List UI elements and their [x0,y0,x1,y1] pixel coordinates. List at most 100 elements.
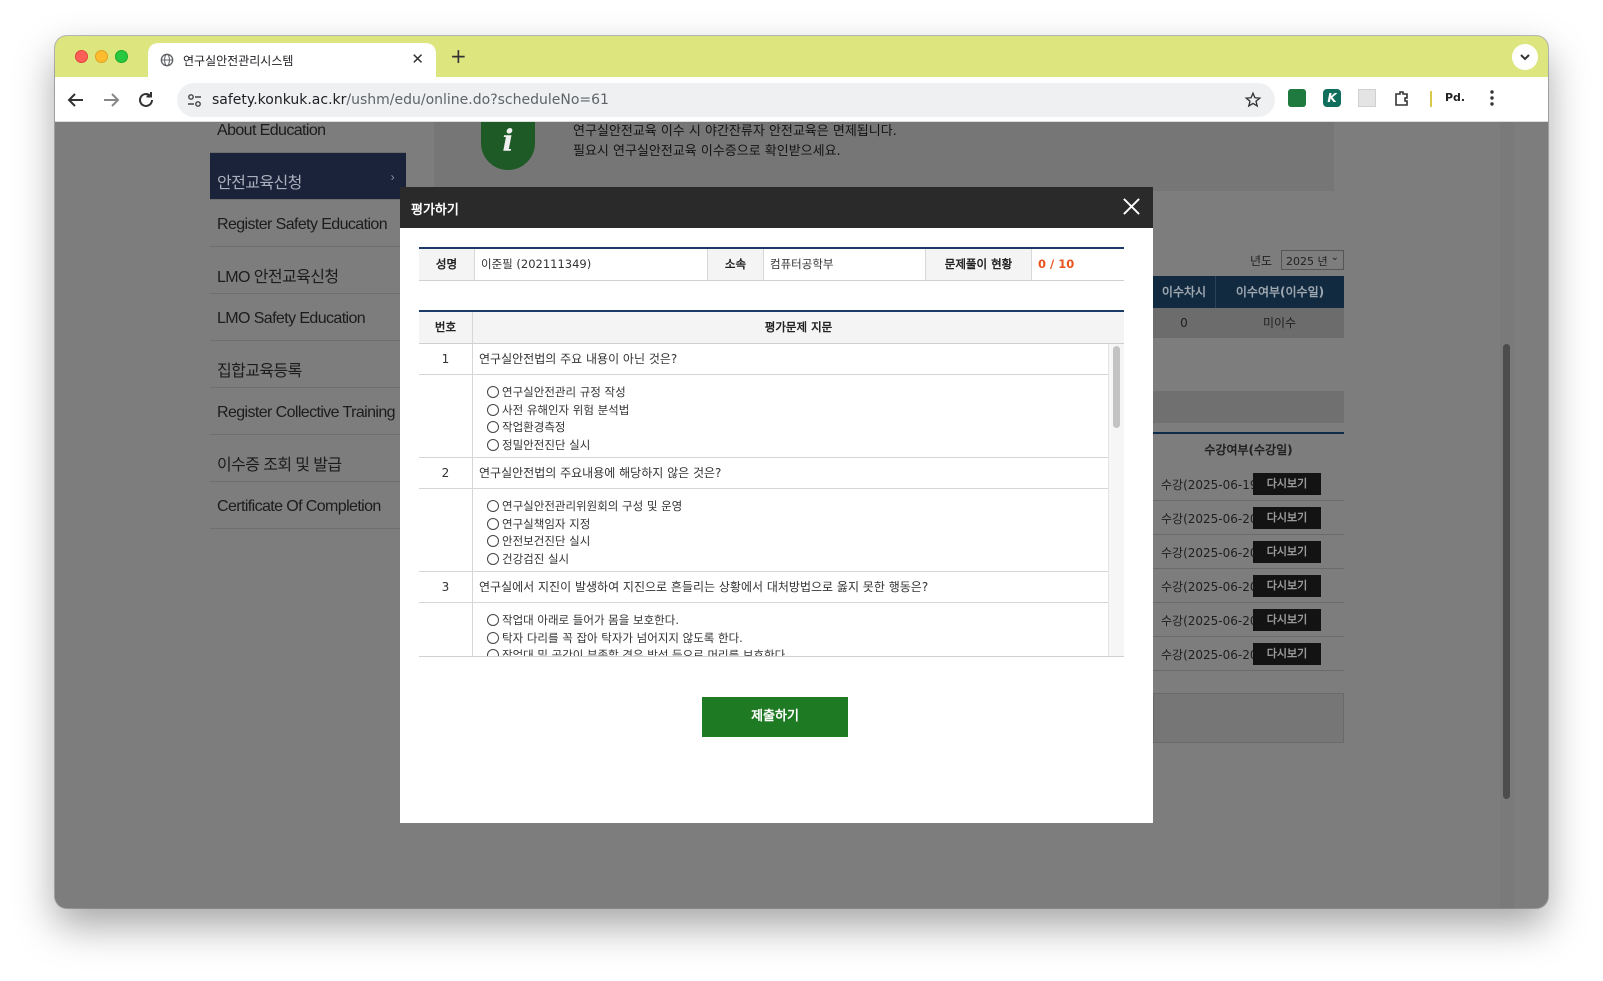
close-window-button[interactable] [75,50,88,63]
option[interactable]: 건강검진 실시 [487,550,682,568]
page-content: About Education 안전교육신청 › Register Safety … [55,122,1548,908]
sidebar-item-lmo-application[interactable]: LMO 안전교육신청 [210,247,406,294]
back-arrow-icon[interactable] [64,88,88,112]
table-row: 수강(2025-06-20) 다시보기 [1153,637,1344,671]
options-row: 연구실안전관리 규정 작성 사전 유해인자 위험 분석법 작업환경측정 정밀안전… [419,375,1108,458]
col-header-completion: 이수여부(이수일) [1215,276,1344,308]
radio-button[interactable] [487,631,499,644]
radio-button[interactable] [487,499,499,512]
radio-button[interactable] [487,613,499,626]
sidebar-item-label: Register Collective Training [217,404,396,421]
review-button[interactable]: 다시보기 [1253,507,1321,529]
review-button[interactable]: 다시보기 [1253,541,1321,563]
option[interactable]: 정밀안전진단 실시 [487,436,629,454]
page-scrollbar-thumb[interactable] [1503,344,1510,799]
examinee-info-table: 성명 이준필 (202111349) 소속 컴퓨터공학부 문제풀이 현황 0 /… [419,247,1124,281]
sidebar-item-certificate[interactable]: Certificate Of Completion [210,482,406,529]
question-number: 1 [419,344,473,374]
tab-close-icon[interactable]: ✕ [411,50,424,68]
sidebar-item-certificate-lookup[interactable]: 이수증 조회 및 발급 [210,435,406,482]
sidebar-item-collective-registration[interactable]: 집합교육등록 [210,341,406,388]
sidebar-item-register-collective[interactable]: Register Collective Training [210,388,406,435]
profile-avatar[interactable]: Pd. [1445,89,1469,107]
sidebar-item-register-safety[interactable]: Register Safety Education [210,200,406,247]
site-settings-icon[interactable] [186,92,203,109]
progress-label: 문제풀이 현황 [926,249,1032,280]
option[interactable]: 작업환경측정 [487,418,629,436]
page-scrollbar[interactable] [1500,122,1514,908]
sidebar-item-safety-application[interactable]: 안전교육신청 › [210,153,406,200]
option[interactable]: 사전 유해인자 위험 분석법 [487,401,629,419]
option-label[interactable]: 안전보건진단 실시 [502,533,590,549]
year-select[interactable]: 2025 년 ⌄ [1281,250,1344,270]
sidebar-item-about-education[interactable]: About Education [210,122,406,153]
table-row: 수강(2025-06-19) 다시보기 [1153,467,1344,501]
option-label[interactable]: 탁자 다리를 꼭 잡아 탁자가 넘어지지 않도록 한다. [502,630,743,646]
option[interactable]: 연구실책임자 지정 [487,515,682,533]
course-status: 수강(2025-06-20) [1161,546,1263,560]
option-label[interactable]: 작업대 아래로 들어가 몸을 보호한다. [502,612,679,628]
option-label[interactable]: 정밀안전진단 실시 [502,437,590,453]
review-button[interactable]: 다시보기 [1253,643,1321,665]
options-spacer [419,489,473,571]
sidebar-item-label: LMO 안전교육신청 [217,269,339,286]
tab-bar: 연구실안전관리시스템 ✕ + [55,36,1548,77]
radio-button[interactable] [487,421,499,434]
radio-button[interactable] [487,535,499,548]
desktop: 연구실안전관리시스템 ✕ + safety.konkuk.ac.kr/ushm/… [0,0,1603,981]
option-label[interactable]: 연구실안전관리위원회의 구성 및 운영 [502,498,682,514]
forward-arrow-icon[interactable] [99,88,123,112]
table-row: 수강(2025-06-20) 다시보기 [1153,603,1344,637]
extension-grid-icon[interactable] [1358,89,1376,107]
sidebar-item-label: 집합교육등록 [217,363,302,380]
sidebar-item-label: LMO Safety Education [217,310,366,327]
extension-green-icon[interactable] [1288,89,1306,107]
option-label[interactable]: 사전 유해인자 위험 분석법 [502,402,629,418]
option[interactable]: 연구실안전관리 규정 작성 [487,383,629,401]
radio-button[interactable] [487,649,499,656]
option-label[interactable]: 연구실안전관리 규정 작성 [502,384,626,400]
question-row: 3 연구실에서 지진이 발생하여 지진으로 흔들리는 상황에서 대처방법으로 옳… [419,572,1108,603]
close-icon[interactable] [1122,197,1141,216]
extension-k-icon[interactable]: K [1323,89,1341,107]
option-label[interactable]: 작업대 밑 공간이 부족할 경우 방석 등으로 머리를 보호한다. [502,647,789,656]
option[interactable]: 탁자 다리를 꼭 잡아 탁자가 넘어지지 않도록 한다. [487,629,789,647]
progress-value: 0 / 10 [1038,257,1075,271]
tab-search-button[interactable] [1512,44,1538,70]
question-list-scrollbar[interactable] [1108,344,1124,656]
option-label[interactable]: 작업환경측정 [502,419,565,435]
reload-icon[interactable] [134,88,158,112]
address-bar[interactable]: safety.konkuk.ac.kr/ushm/edu/online.do?s… [177,83,1275,117]
extensions-puzzle-icon[interactable] [1393,89,1411,107]
bookmark-star-icon[interactable] [1244,91,1262,109]
sidebar-item-label: About Education [217,122,326,139]
minimize-window-button[interactable] [95,50,108,63]
radio-button[interactable] [487,385,499,398]
question-list[interactable]: 1 연구실안전법의 주요 내용이 아닌 것은? 연구실안전관리 규정 작성 사전… [419,344,1124,657]
col-header-number: 번호 [419,312,473,343]
review-button[interactable]: 다시보기 [1253,473,1321,495]
option[interactable]: 연구실안전관리위원회의 구성 및 운영 [487,497,682,515]
browser-tab[interactable]: 연구실안전관리시스템 ✕ [148,43,436,77]
new-tab-button[interactable]: + [450,44,467,68]
browser-toolbar: safety.konkuk.ac.kr/ushm/edu/online.do?s… [55,77,1548,122]
radio-button[interactable] [487,517,499,530]
submit-button[interactable]: 제출하기 [702,697,848,737]
sidebar-item-lmo-safety[interactable]: LMO Safety Education [210,294,406,341]
table-row: 수강(2025-06-20) 다시보기 [1153,535,1344,569]
review-button[interactable]: 다시보기 [1253,575,1321,597]
review-button[interactable]: 다시보기 [1253,609,1321,631]
option-label[interactable]: 연구실책임자 지정 [502,516,590,532]
question-scrollbar-thumb[interactable] [1113,346,1120,428]
radio-button[interactable] [487,403,499,416]
radio-button[interactable] [487,438,499,451]
dept-value: 컴퓨터공학부 [764,249,926,280]
year-select-value: 2025 년 [1286,255,1328,268]
option[interactable]: 작업대 밑 공간이 부족할 경우 방석 등으로 머리를 보호한다. [487,646,789,656]
more-menu-icon[interactable] [1483,89,1501,107]
maximize-window-button[interactable] [115,50,128,63]
option[interactable]: 작업대 아래로 들어가 몸을 보호한다. [487,611,789,629]
option-label[interactable]: 건강검진 실시 [502,551,569,567]
radio-button[interactable] [487,552,499,565]
option[interactable]: 안전보건진단 실시 [487,532,682,550]
